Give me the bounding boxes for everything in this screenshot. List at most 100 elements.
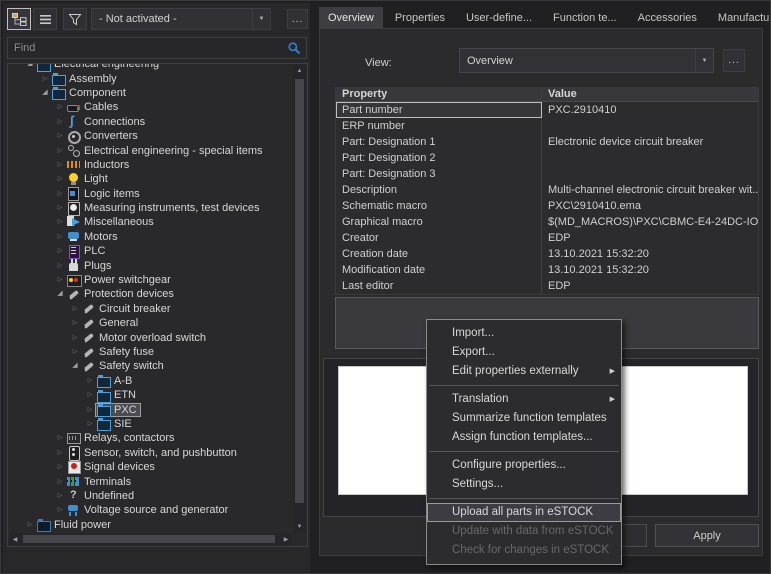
apply-button[interactable]: Apply [655, 524, 759, 547]
view-dropdown[interactable]: Overview ▼ [459, 48, 714, 73]
tree-view-button[interactable] [7, 8, 31, 30]
vertical-scrollbar-thumb[interactable] [295, 79, 304, 503]
tree-item[interactable]: ▷Logic items [9, 187, 292, 201]
tree-item[interactable]: ▷Voltage source and generator [9, 503, 292, 517]
tree-item[interactable]: ▷General [9, 316, 292, 330]
view-more-button[interactable]: ... [723, 49, 745, 72]
property-cell[interactable]: Creator [336, 230, 542, 246]
expand-icon[interactable]: ▷ [25, 518, 35, 532]
expand-icon[interactable]: ▷ [55, 158, 65, 172]
value-cell[interactable] [542, 150, 758, 166]
property-cell[interactable]: Schematic macro [336, 198, 542, 214]
expand-icon[interactable]: ▷ [55, 230, 65, 244]
tree-item[interactable]: ▷Undefined [9, 489, 292, 503]
expand-icon[interactable]: ▷ [85, 388, 95, 402]
tree-item[interactable]: ▷Motor overload switch [9, 330, 292, 344]
expand-icon[interactable]: ▷ [55, 503, 65, 517]
tree-item[interactable]: ▷Fluid power [9, 518, 292, 532]
expand-icon[interactable]: ▷ [55, 273, 65, 287]
menu-item-summarize-function-templates[interactable]: Summarize function templates [427, 409, 621, 428]
table-row[interactable]: Schematic macroPXC\2910410.ema [336, 198, 758, 214]
filter-button[interactable] [63, 8, 87, 30]
find-input[interactable] [8, 42, 287, 54]
tree-horizontal-scrollbar[interactable]: ◀ ▶ [9, 533, 292, 545]
property-cell[interactable]: ERP number [336, 118, 542, 134]
collapse-icon[interactable]: ◢ [70, 359, 80, 373]
tree-item[interactable]: ◢Protection devices [9, 287, 292, 301]
tree-item[interactable]: ▷SIE [9, 417, 292, 431]
scroll-down-icon[interactable]: ▼ [293, 521, 306, 533]
tab-properties[interactable]: Properties [386, 7, 454, 29]
property-cell[interactable]: Graphical macro [336, 214, 542, 230]
property-cell[interactable]: Part number [336, 102, 542, 118]
tree-item[interactable]: ▷Cables [9, 100, 292, 114]
tree-item[interactable]: ▷Terminals [9, 474, 292, 488]
tab-manufactur[interactable]: Manufactur... [709, 7, 771, 29]
tree-item[interactable]: ▷Plugs [9, 258, 292, 272]
menu-item-edit-properties-externally[interactable]: Edit properties externally▶ [427, 362, 621, 381]
value-cell[interactable]: $(MD_MACROS)\PXC\CBMC-E4-24DC-IOL... [542, 214, 758, 230]
expand-icon[interactable]: ▷ [55, 100, 65, 114]
expand-icon[interactable]: ▷ [55, 460, 65, 474]
tree-vertical-scrollbar[interactable]: ▲ ▼ [293, 65, 306, 533]
expand-icon[interactable]: ▷ [70, 316, 80, 330]
expand-icon[interactable]: ▷ [70, 345, 80, 359]
value-cell[interactable]: 13.10.2021 15:32:20 [542, 246, 758, 262]
menu-item-settings[interactable]: Settings... [427, 475, 621, 494]
property-cell[interactable]: Description [336, 182, 542, 198]
table-row[interactable]: Part: Designation 3 [336, 166, 758, 182]
expand-icon[interactable]: ▷ [55, 475, 65, 489]
menu-item-import[interactable]: Import... [427, 324, 621, 343]
table-row[interactable]: ERP number [336, 118, 758, 134]
tab-user-define[interactable]: User-define... [457, 7, 541, 29]
tree-item[interactable]: ▷Power switchgear [9, 273, 292, 287]
property-cell[interactable]: Modification date [336, 262, 542, 278]
table-row[interactable]: Part numberPXC.2910410 [336, 102, 758, 118]
table-row[interactable]: Last editorEDP [336, 278, 758, 294]
scroll-left-icon[interactable]: ◀ [9, 533, 21, 545]
collapse-icon[interactable]: ◢ [40, 86, 50, 100]
tree-item[interactable]: ▷Motors [9, 230, 292, 244]
tree-item[interactable]: ◢Component [9, 86, 292, 100]
tree-item[interactable]: ▷Light [9, 172, 292, 186]
table-row[interactable]: CreatorEDP [336, 230, 758, 246]
value-cell[interactable]: EDP [542, 230, 758, 246]
tree-item[interactable]: ◢Electrical engineering [9, 63, 292, 71]
tree-item[interactable]: ▷Miscellaneous [9, 215, 292, 229]
expand-icon[interactable]: ▷ [55, 446, 65, 460]
expand-icon[interactable]: ▷ [55, 144, 65, 158]
expand-icon[interactable]: ▷ [85, 374, 95, 388]
list-view-button[interactable] [33, 8, 57, 30]
tree-item[interactable]: ▷PLC [9, 244, 292, 258]
expand-icon[interactable]: ▷ [70, 302, 80, 316]
tree-item[interactable]: ▷Converters [9, 129, 292, 143]
expand-icon[interactable]: ▷ [40, 72, 50, 86]
expand-icon[interactable]: ▷ [55, 129, 65, 143]
value-cell[interactable]: PXC\2910410.ema [542, 198, 758, 214]
scroll-right-icon[interactable]: ▶ [280, 533, 292, 545]
tree-item[interactable]: ▷Sensor, switch, and pushbutton [9, 446, 292, 460]
expand-icon[interactable]: ▷ [55, 187, 65, 201]
table-row[interactable]: Modification date13.10.2021 15:32:20 [336, 262, 758, 278]
tree-item[interactable]: ▷ETN [9, 388, 292, 402]
value-cell[interactable]: Electronic device circuit breaker [542, 134, 758, 150]
expand-icon[interactable]: ▷ [55, 201, 65, 215]
horizontal-scrollbar-thumb[interactable] [23, 535, 275, 543]
tree-item[interactable]: ▷Inductors [9, 158, 292, 172]
expand-icon[interactable]: ▷ [55, 244, 65, 258]
menu-item-upload-all-parts-in-estock[interactable]: Upload all parts in eSTOCK [427, 503, 621, 522]
value-cell[interactable]: 13.10.2021 15:32:20 [542, 262, 758, 278]
expand-icon[interactable]: ▷ [55, 172, 65, 186]
tree-item[interactable]: ▷Circuit breaker [9, 302, 292, 316]
property-cell[interactable]: Creation date [336, 246, 542, 262]
table-row[interactable]: Part: Designation 1Electronic device cir… [336, 134, 758, 150]
tree-item[interactable]: ▷PXC [9, 402, 292, 416]
value-cell[interactable] [542, 118, 758, 134]
expand-icon[interactable]: ▷ [55, 115, 65, 129]
tree-item[interactable]: ◢Safety switch [9, 359, 292, 373]
menu-item-configure-properties[interactable]: Configure properties... [427, 456, 621, 475]
menu-item-export[interactable]: Export... [427, 343, 621, 362]
tab-accessories[interactable]: Accessories [629, 7, 706, 29]
value-cell[interactable]: Multi-channel electronic circuit breaker… [542, 182, 758, 198]
scroll-up-icon[interactable]: ▲ [293, 65, 306, 77]
